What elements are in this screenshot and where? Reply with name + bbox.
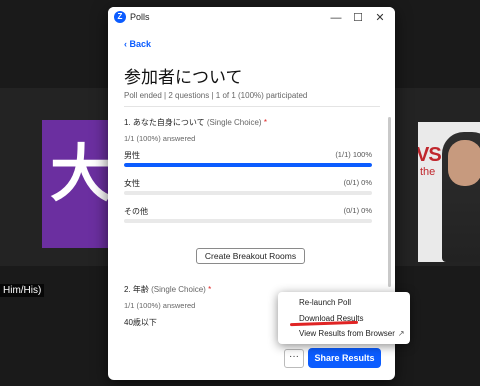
required-mark: * [263, 118, 267, 127]
option-row: その他 (0/1) 0% [124, 200, 372, 228]
option-bar [124, 163, 372, 167]
poll-meta: Poll ended | 2 questions | 1 of 1 (100%)… [124, 91, 308, 100]
participant-tile-right[interactable]: VS the [418, 122, 480, 262]
question-text: 2. 年齢 [124, 285, 149, 294]
question-text: 1. あなた自身について [124, 118, 205, 127]
minimize-icon[interactable]: — [324, 9, 348, 27]
participant-name-tag: Him/His) [0, 284, 45, 297]
question-block: 1. あなた自身について (Single Choice) * 1/1 (100%… [124, 117, 372, 228]
more-options-button[interactable]: ··· [284, 349, 304, 368]
menu-item-view-results-browser[interactable]: View Results from Browser ↗ [299, 329, 405, 338]
option-bar [124, 219, 372, 223]
answered-count: 1/1 (100%) answered [124, 134, 196, 143]
tile-brand-subtext: the [420, 166, 436, 178]
option-bar-fill [124, 163, 372, 167]
maximize-icon[interactable]: ☐ [346, 9, 370, 27]
question-title: 1. あなた自身について (Single Choice) * [124, 117, 372, 129]
divider [124, 106, 380, 107]
participant-tile-left[interactable]: 大 [42, 120, 108, 248]
menu-item-label: View Results from Browser [299, 329, 395, 338]
option-row: 男性 (1/1) 100% [124, 144, 372, 172]
option-value: (0/1) 0% [343, 178, 372, 187]
option-label: 40歳以下 [124, 318, 157, 327]
external-link-icon: ↗ [397, 329, 405, 338]
option-label: 女性 [124, 179, 140, 188]
zoom-app-icon: Z [114, 11, 126, 23]
window-title: Polls [130, 12, 150, 22]
scrollbar[interactable] [388, 117, 391, 287]
participant-face [448, 140, 480, 186]
option-bar [124, 191, 372, 195]
question-kind: (Single Choice) [206, 118, 262, 127]
more-options-menu: Re-launch Poll Download Results View Res… [278, 292, 410, 344]
tile-brand-text: VS [418, 144, 442, 166]
title-bar[interactable]: Z Polls — ☐ ✕ [108, 7, 395, 29]
avatar-glyph: 大 [50, 140, 108, 209]
option-label: 男性 [124, 151, 140, 160]
close-icon[interactable]: ✕ [368, 9, 392, 27]
poll-title: 参加者について [124, 68, 243, 87]
menu-item-relaunch-poll[interactable]: Re-launch Poll [299, 298, 351, 307]
share-results-button[interactable]: Share Results [308, 348, 381, 368]
back-label: Back [129, 39, 152, 49]
option-label: その他 [124, 207, 148, 216]
create-breakout-rooms-button[interactable]: Create Breakout Rooms [196, 248, 305, 264]
required-mark: * [208, 285, 212, 294]
option-row: 女性 (0/1) 0% [124, 172, 372, 200]
option-value: (0/1) 0% [343, 206, 372, 215]
question-kind: (Single Choice) [151, 285, 206, 294]
option-value: (1/1) 100% [335, 150, 372, 159]
back-button[interactable]: ‹ Back [124, 39, 151, 49]
